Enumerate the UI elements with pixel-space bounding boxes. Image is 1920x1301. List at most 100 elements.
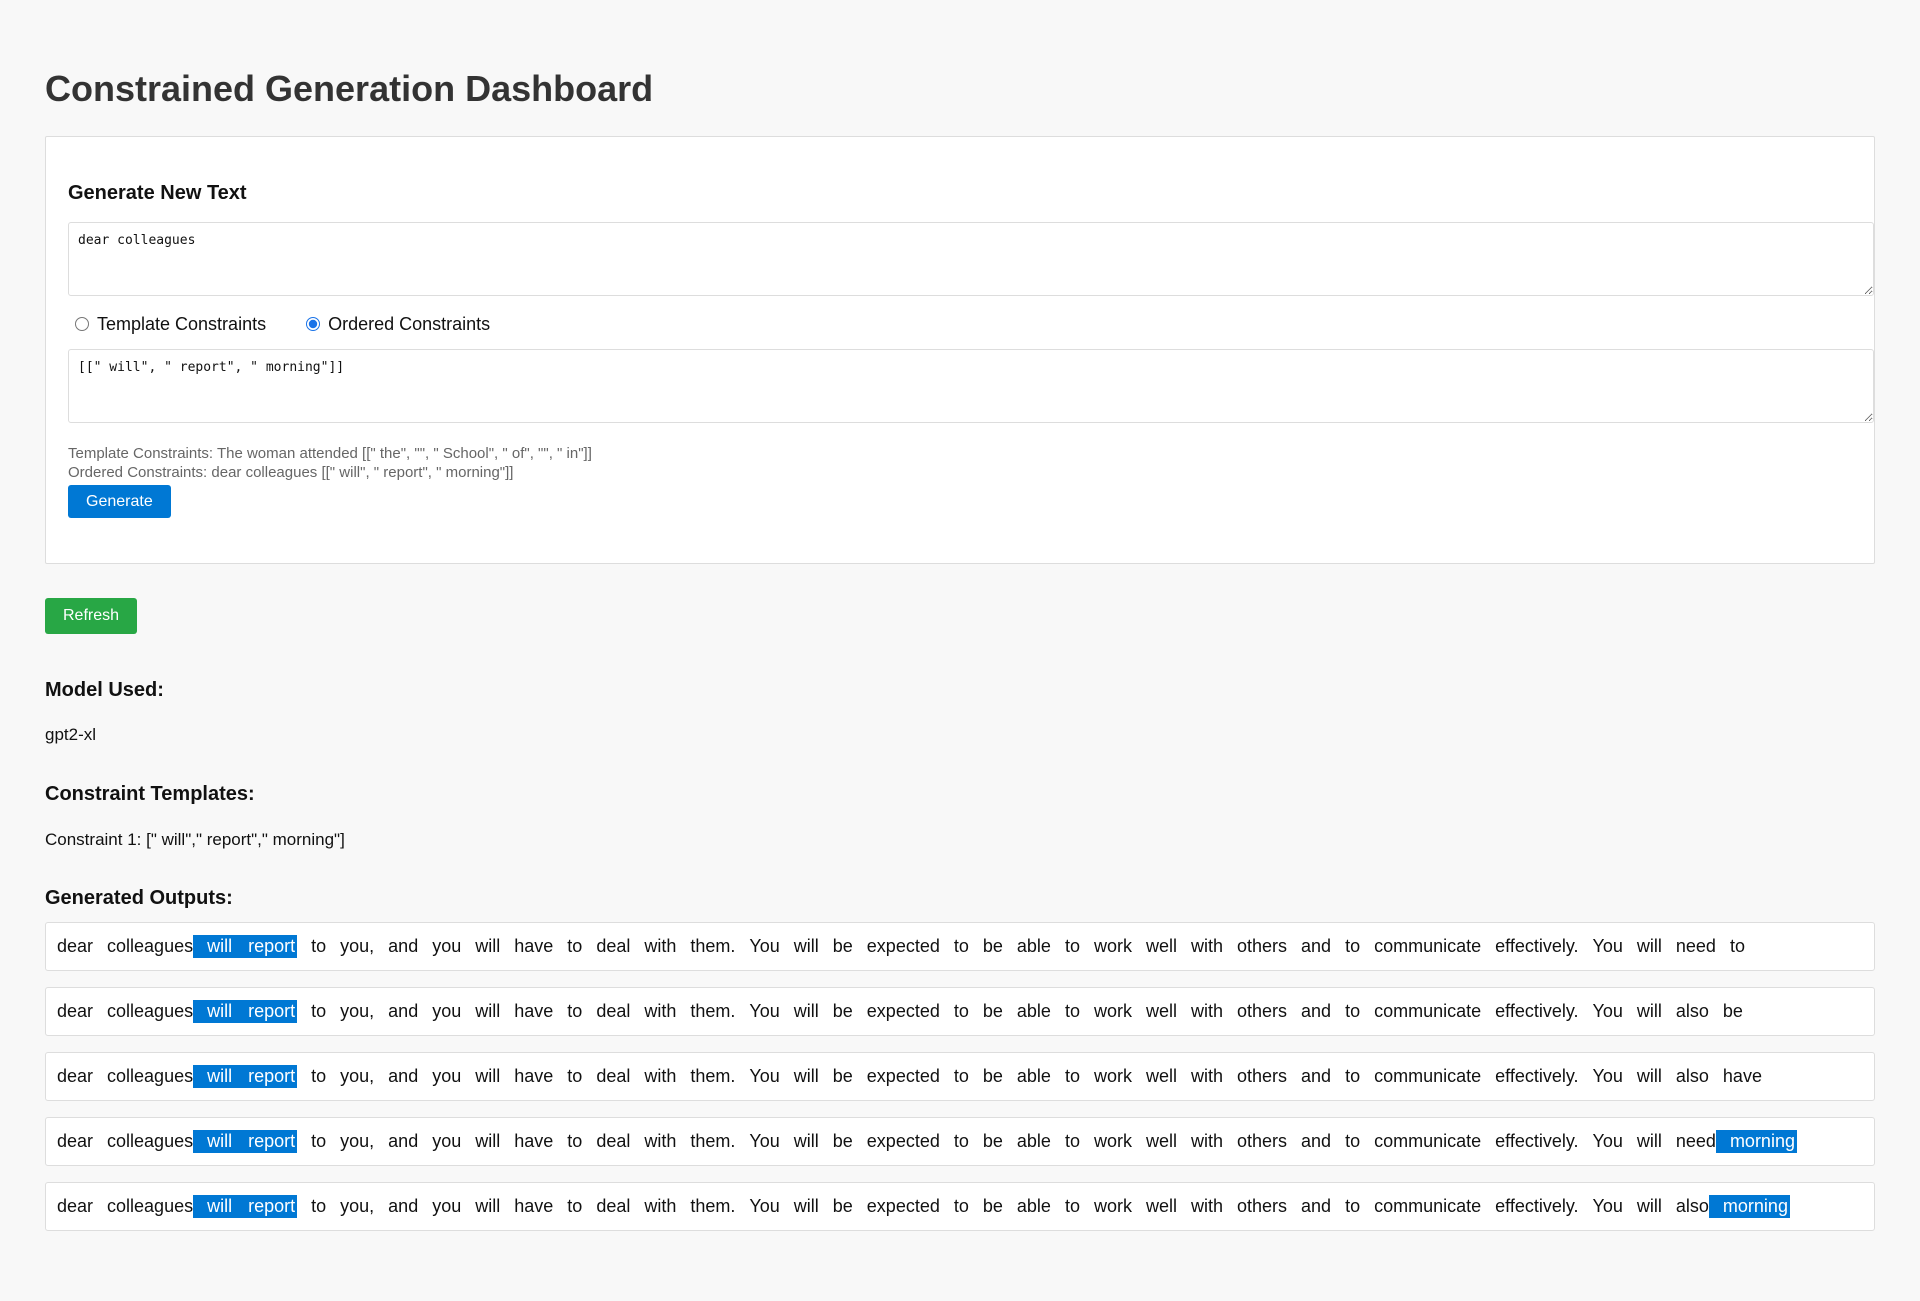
constraint-token-highlight: report bbox=[234, 935, 298, 958]
output-token: to bbox=[1064, 1001, 1080, 1021]
output-token: dear bbox=[57, 1196, 94, 1216]
output-token: also bbox=[1675, 1066, 1709, 1086]
output-token: You bbox=[1592, 936, 1623, 956]
output-token: expected bbox=[866, 1066, 940, 1086]
output-token: and bbox=[1301, 1196, 1332, 1216]
constraint-mode-group: Template Constraints Ordered Constraints bbox=[68, 313, 1872, 335]
output-token: and bbox=[1301, 1001, 1332, 1021]
output-token: you, bbox=[340, 1001, 375, 1021]
generated-output-row: dear colleagues will report to you, and you will… bbox=[45, 922, 1875, 971]
output-token: will bbox=[475, 936, 501, 956]
output-token: deal bbox=[596, 1131, 631, 1151]
output-token: you bbox=[432, 936, 462, 956]
output-token: others bbox=[1237, 936, 1288, 956]
output-token: need bbox=[1675, 1131, 1716, 1151]
output-token: and bbox=[388, 936, 419, 956]
output-token: others bbox=[1237, 1131, 1288, 1151]
output-token: to bbox=[953, 936, 969, 956]
output-token: to bbox=[1064, 1196, 1080, 1216]
output-token: and bbox=[1301, 1066, 1332, 1086]
output-token: be bbox=[982, 1131, 1003, 1151]
generate-card: Generate New Text Template Constraints O… bbox=[45, 136, 1875, 564]
output-token: with bbox=[644, 936, 677, 956]
output-token: with bbox=[1190, 1196, 1223, 1216]
model-heading: Model Used: bbox=[45, 679, 164, 701]
output-token: to bbox=[567, 1196, 583, 1216]
output-token: well bbox=[1145, 936, 1177, 956]
radio-template-label: Template Constraints bbox=[97, 313, 267, 334]
output-token: dear bbox=[57, 1001, 94, 1021]
radio-ordered-constraints[interactable]: Ordered Constraints bbox=[299, 314, 490, 335]
output-token: to bbox=[1345, 1131, 1361, 1151]
output-token: will bbox=[475, 1066, 501, 1086]
output-token: deal bbox=[596, 1066, 631, 1086]
help-template-example: Template Constraints: The woman attended… bbox=[68, 445, 592, 462]
dashboard-page: Constrained Generation Dashboard Generat… bbox=[0, 0, 1920, 1231]
output-token: be bbox=[982, 1066, 1003, 1086]
output-token: work bbox=[1093, 1001, 1132, 1021]
output-token: able bbox=[1016, 1066, 1051, 1086]
output-token: you, bbox=[340, 1196, 375, 1216]
constraint-token-highlight: will bbox=[193, 935, 235, 958]
output-token: able bbox=[1016, 1131, 1051, 1151]
radio-template-constraints[interactable]: Template Constraints bbox=[68, 314, 266, 335]
output-token: will bbox=[1636, 1066, 1662, 1086]
generated-output-row: dear colleagues will report to you, and you will… bbox=[45, 987, 1875, 1036]
output-token: to bbox=[953, 1001, 969, 1021]
refresh-button[interactable]: Refresh bbox=[45, 598, 138, 634]
output-token: colleagues bbox=[107, 1131, 194, 1151]
output-token: them. bbox=[690, 1066, 736, 1086]
output-token: have bbox=[514, 1001, 554, 1021]
constraints-input[interactable] bbox=[68, 349, 1874, 423]
output-token: to bbox=[1064, 936, 1080, 956]
output-token: work bbox=[1093, 1066, 1132, 1086]
output-token: effectively. bbox=[1495, 936, 1579, 956]
constraint-token-highlight: will bbox=[193, 1195, 235, 1218]
output-token: others bbox=[1237, 1066, 1288, 1086]
output-token: be bbox=[1722, 1001, 1743, 1021]
output-token: you bbox=[432, 1001, 462, 1021]
generated-output-row: dear colleagues will report to you, and you will… bbox=[45, 1182, 1875, 1231]
output-token: you, bbox=[340, 1066, 375, 1086]
output-token: work bbox=[1093, 936, 1132, 956]
output-token: be bbox=[832, 1066, 853, 1086]
output-token: you bbox=[432, 1066, 462, 1086]
output-token: you, bbox=[340, 1131, 375, 1151]
output-token: colleagues bbox=[107, 1001, 194, 1021]
output-token: well bbox=[1145, 1066, 1177, 1086]
output-token: will bbox=[793, 936, 819, 956]
output-token: will bbox=[793, 1131, 819, 1151]
constraint-token-highlight: will bbox=[193, 1130, 235, 1153]
output-token: will bbox=[475, 1001, 501, 1021]
output-token: them. bbox=[690, 936, 736, 956]
output-token: able bbox=[1016, 1001, 1051, 1021]
prompt-input[interactable] bbox=[68, 222, 1874, 296]
output-token: them. bbox=[690, 1196, 736, 1216]
constraint-template-item: Constraint 1: [" will"," report"," morni… bbox=[45, 830, 345, 849]
output-token: to bbox=[311, 1131, 327, 1151]
radio-ordered-input[interactable] bbox=[306, 317, 321, 331]
generate-heading: Generate New Text bbox=[68, 182, 247, 204]
output-token: expected bbox=[866, 1001, 940, 1021]
generate-button[interactable]: Generate bbox=[68, 485, 171, 518]
output-token: you bbox=[432, 1131, 462, 1151]
output-token: with bbox=[644, 1131, 677, 1151]
output-token: with bbox=[1190, 1001, 1223, 1021]
radio-ordered-label: Ordered Constraints bbox=[328, 313, 491, 334]
output-token: to bbox=[567, 1131, 583, 1151]
output-token: them. bbox=[690, 1131, 736, 1151]
output-token: expected bbox=[866, 1196, 940, 1216]
output-token: deal bbox=[596, 1196, 631, 1216]
output-token: with bbox=[1190, 1131, 1223, 1151]
output-token: others bbox=[1237, 1196, 1288, 1216]
output-token: deal bbox=[596, 1001, 631, 1021]
output-token: to bbox=[311, 936, 327, 956]
page-title: Constrained Generation Dashboard bbox=[45, 68, 654, 109]
output-token: dear bbox=[57, 936, 94, 956]
output-token: well bbox=[1145, 1001, 1177, 1021]
output-token: able bbox=[1016, 1196, 1051, 1216]
output-token: effectively. bbox=[1495, 1066, 1579, 1086]
output-token: you, bbox=[340, 936, 375, 956]
output-token: to bbox=[311, 1001, 327, 1021]
radio-template-input[interactable] bbox=[75, 317, 89, 331]
